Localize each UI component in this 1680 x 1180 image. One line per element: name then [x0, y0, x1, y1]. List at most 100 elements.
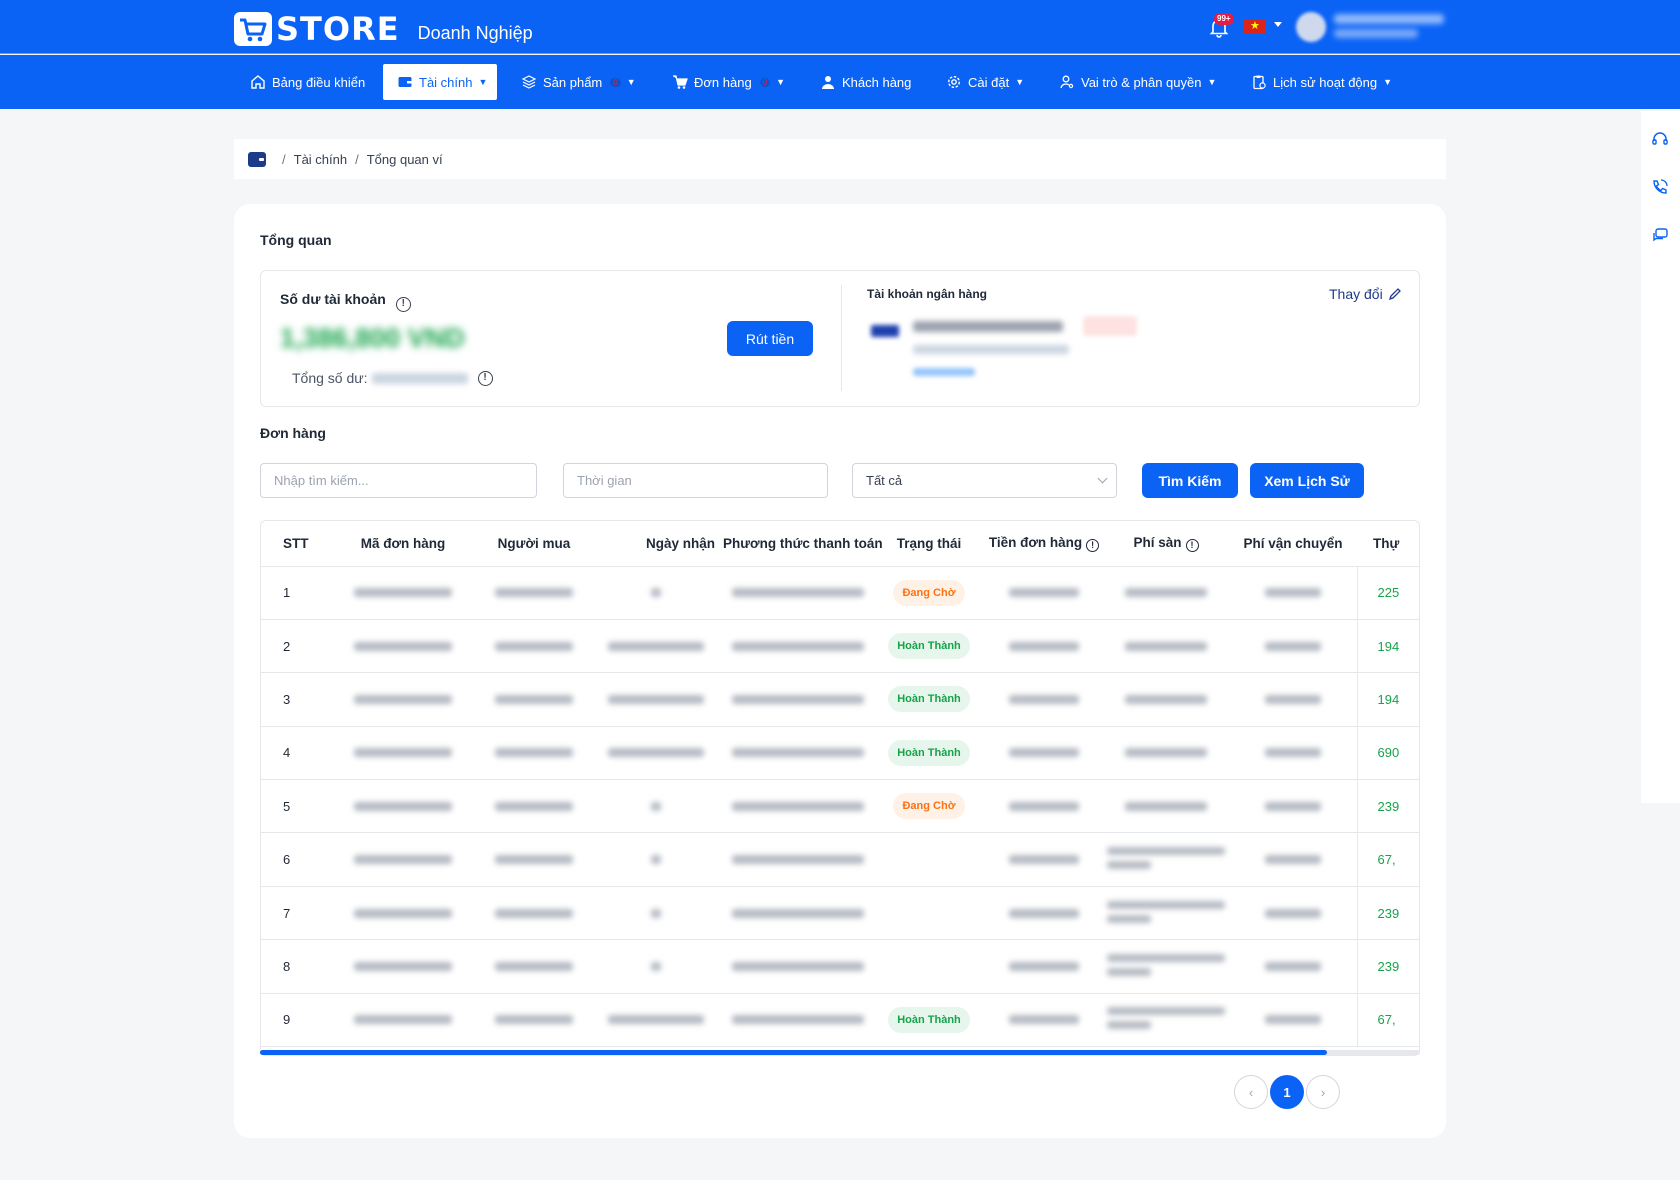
nav-item-customers[interactable]: Khách hàng [806, 64, 919, 100]
nav-item-orders[interactable]: Đơn hàng 0 ▼ [658, 64, 793, 100]
cell-payment-method [723, 619, 873, 674]
payment-method-redacted [732, 961, 864, 971]
order-id-redacted[interactable] [354, 588, 452, 598]
cell-net-amount: 194 [1356, 672, 1419, 727]
nav-label: Bảng điều khiển [272, 74, 366, 90]
order-id-redacted[interactable] [354, 1015, 452, 1025]
table-row[interactable]: 3 Hoàn Thành 194 [261, 672, 1419, 727]
headset-icon[interactable] [1651, 130, 1669, 148]
user-name-redacted[interactable] [1334, 14, 1444, 24]
order-id-redacted[interactable] [354, 801, 452, 811]
nav-item-products[interactable]: Sản phẩm 0 ▼ [507, 64, 644, 100]
cell-buyer [479, 566, 589, 620]
orders-table[interactable]: STT Mã đơn hàng Người mua Ngày nhận Phươ… [260, 520, 1420, 1056]
cell-shipping-fee [1229, 939, 1357, 994]
cell-stt: 9 [261, 993, 327, 1048]
page-1-button[interactable]: 1 [1270, 1075, 1304, 1109]
table-row[interactable]: 5 Đang Chờ 239 [261, 779, 1419, 834]
column-header[interactable]: Phương thức thanh toán [723, 521, 883, 567]
order-id-redacted[interactable] [354, 694, 452, 704]
info-icon[interactable]: ! [477, 370, 493, 386]
column-header-order-amount[interactable]: Tiền đơn hàng! [985, 521, 1103, 567]
change-bank-button[interactable]: Thay đổi [1329, 286, 1402, 302]
info-icon[interactable]: ! [1185, 538, 1199, 552]
buyer-redacted [495, 641, 573, 651]
column-header[interactable]: Ngày nhận [589, 521, 723, 567]
column-header-platform-fee[interactable]: Phí sàn! [1103, 521, 1229, 567]
received-date-redacted [608, 694, 704, 704]
next-page-button[interactable]: › [1306, 1075, 1340, 1109]
shipping-fee-redacted [1264, 961, 1321, 971]
cell-order-amount [985, 832, 1103, 887]
buyer-redacted [495, 748, 573, 758]
breadcrumb-item-finance[interactable]: Tài chính [294, 152, 347, 167]
user-icon [822, 76, 834, 89]
wallet-icon[interactable] [248, 151, 266, 167]
column-header[interactable]: Người mua [479, 521, 589, 567]
cell-buyer [479, 886, 589, 941]
column-header[interactable]: Trạng thái [873, 521, 985, 567]
time-filter-input[interactable]: Thời gian [563, 463, 828, 498]
cell-buyer [479, 672, 589, 727]
column-header[interactable]: STT [261, 521, 327, 567]
table-row[interactable]: 6 67, [261, 832, 1419, 887]
view-history-button[interactable]: Xem Lịch Sử [1250, 463, 1364, 498]
info-icon[interactable]: ! [395, 297, 411, 312]
cell-order-amount [985, 726, 1103, 781]
table-horizontal-scrollbar[interactable] [260, 1050, 1420, 1055]
platform-fee-redacted [1125, 801, 1207, 811]
column-header-label: Phí sàn [1133, 534, 1182, 550]
clipboard-icon [1253, 75, 1266, 90]
search-button[interactable]: Tìm Kiếm [1142, 463, 1238, 498]
search-input[interactable]: Nhập tìm kiếm... [260, 463, 537, 498]
order-id-redacted[interactable] [354, 961, 452, 971]
nav-item-dashboard[interactable]: Bảng điều khiển [236, 64, 373, 100]
shipping-fee-redacted [1264, 801, 1321, 811]
status-select[interactable]: Tất cả [852, 463, 1117, 498]
net-amount-partial: 239 [1377, 958, 1400, 974]
logo-subtitle: Doanh Nghiệp [417, 22, 533, 43]
scrollbar-thumb[interactable] [260, 1050, 1328, 1055]
table-row[interactable]: 8 239 [261, 939, 1419, 994]
nav-item-roles[interactable]: Vai trò & phân quyền ▼ [1045, 64, 1224, 100]
prev-page-button[interactable]: ‹ [1234, 1075, 1268, 1109]
cell-buyer [479, 993, 589, 1048]
cell-status [873, 939, 985, 994]
language-caret-icon[interactable] [1274, 22, 1282, 27]
column-header[interactable]: Thự [1357, 521, 1419, 567]
nav-label: Tài chính [419, 74, 473, 90]
cell-payment-method [723, 726, 873, 781]
avatar[interactable] [1296, 12, 1326, 42]
table-row[interactable]: 4 Hoàn Thành 690 [261, 726, 1419, 781]
overview-title: Tổng quan [260, 232, 332, 248]
column-header[interactable]: Phí vận chuyển [1229, 521, 1357, 567]
order-id-redacted[interactable] [354, 908, 452, 918]
cell-shipping-fee [1229, 779, 1357, 834]
table-row[interactable]: 7 239 [261, 886, 1419, 941]
net-amount-partial: 239 [1377, 798, 1400, 814]
nav-item-activity-history[interactable]: Lịch sử hoạt động ▼ [1237, 64, 1400, 100]
withdraw-button[interactable]: Rút tiền [727, 321, 813, 356]
bank-account-label: Tài khoản ngân hàng [867, 287, 988, 301]
nav-item-finance[interactable]: Tài chính ▼ [383, 64, 497, 100]
empty-date-dash [651, 801, 661, 811]
table-row[interactable]: 1 Đang Chờ 225 [261, 566, 1419, 620]
phone-call-icon[interactable] [1651, 178, 1669, 196]
platform-fee-redacted [1125, 588, 1207, 598]
bank-logo [871, 325, 899, 337]
cell-status: Hoàn Thành [873, 726, 985, 781]
net-amount-partial: 67, [1377, 1012, 1396, 1028]
order-id-redacted[interactable] [354, 748, 452, 758]
info-icon[interactable]: ! [1086, 538, 1100, 552]
order-amount-redacted [1009, 961, 1079, 971]
table-row[interactable]: 9 Hoàn Thành 67, [261, 993, 1419, 1048]
logo[interactable]: STORE Doanh Nghiệp [234, 10, 533, 48]
column-header[interactable]: Mã đơn hàng [327, 521, 479, 567]
table-row[interactable]: 2 Hoàn Thành 194 [261, 619, 1419, 674]
buyer-redacted [495, 694, 573, 704]
vietnam-flag-icon[interactable]: ★ [1244, 19, 1266, 34]
order-id-redacted[interactable] [354, 641, 452, 651]
nav-item-settings[interactable]: Cài đặt ▼ [932, 64, 1032, 100]
order-id-redacted[interactable] [354, 855, 452, 865]
chat-icon[interactable] [1651, 227, 1669, 245]
